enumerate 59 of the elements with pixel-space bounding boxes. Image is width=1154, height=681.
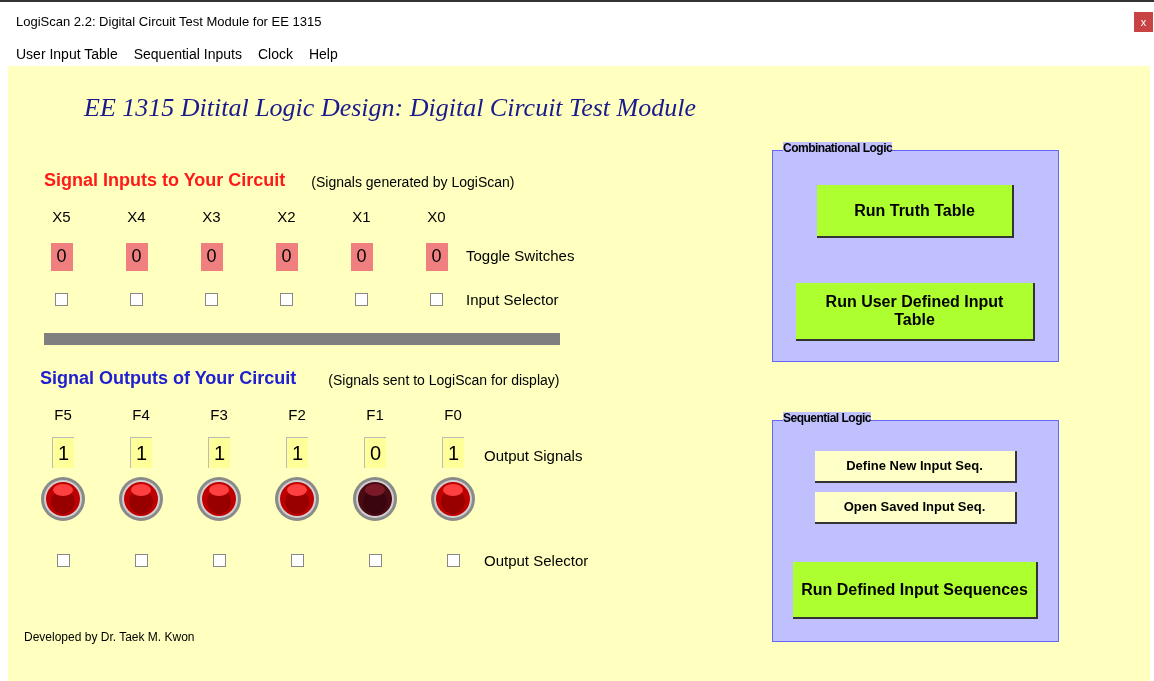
checkbox[interactable] bbox=[205, 293, 218, 307]
section-note: (Signals generated by LogiScan) bbox=[311, 173, 515, 192]
menu-item[interactable]: User Input Table bbox=[16, 43, 118, 65]
signal-label: X5 bbox=[52, 207, 71, 227]
toggle-switch[interactable]: 0 bbox=[425, 242, 448, 271]
signal-label: X0 bbox=[427, 207, 446, 227]
toggle-switch[interactable]: 0 bbox=[350, 242, 373, 271]
signal-label: F2 bbox=[288, 405, 306, 425]
menu-item[interactable]: Sequential Inputs bbox=[133, 43, 242, 65]
output-value: 1 bbox=[208, 436, 230, 468]
section-heading: Signal Outputs of Your Circuit bbox=[40, 367, 297, 390]
run-button[interactable]: Run User Defined Input Table bbox=[796, 283, 1035, 341]
row-label: Toggle Switches bbox=[466, 246, 576, 267]
signal-label: X1 bbox=[352, 207, 371, 227]
checkbox[interactable] bbox=[130, 293, 143, 307]
row-label: Input Selector bbox=[466, 289, 560, 310]
signal-label: F4 bbox=[132, 405, 150, 425]
panel-title: Sequential Logic bbox=[783, 412, 871, 424]
output-value: 1 bbox=[286, 436, 308, 468]
credit-text: Developed by Dr. Taek M. Kwon bbox=[24, 629, 196, 646]
toggle-switch[interactable]: 0 bbox=[50, 242, 73, 271]
section-note: (Signals sent to LogiScan for display) bbox=[328, 371, 560, 390]
page-heading: EE 1315 Ditital Logic Design: Digital Circuit Test Module bbox=[84, 92, 697, 124]
checkbox[interactable] bbox=[290, 554, 304, 568]
signal-label: F1 bbox=[366, 405, 384, 425]
checkbox[interactable] bbox=[212, 554, 226, 568]
checkbox[interactable] bbox=[280, 293, 293, 307]
signal-label: F3 bbox=[210, 405, 228, 425]
sequence-button[interactable]: Define New Input Seq. bbox=[814, 451, 1017, 483]
output-value: 0 bbox=[364, 436, 386, 468]
toggle-switch[interactable]: 0 bbox=[275, 242, 298, 271]
signal-label: F5 bbox=[54, 405, 72, 425]
row-label: Output Signals bbox=[484, 446, 584, 466]
signal-label: F0 bbox=[444, 405, 462, 425]
checkbox[interactable] bbox=[55, 293, 68, 307]
window-title: LogiScan 2.2: Digital Circuit Test Module for EE 1315 bbox=[16, 13, 322, 32]
output-value: 1 bbox=[130, 436, 152, 468]
run-button[interactable]: Run Defined Input Sequences bbox=[793, 562, 1038, 619]
checkbox[interactable] bbox=[430, 293, 443, 307]
signal-label: X4 bbox=[127, 207, 146, 227]
toggle-switch[interactable]: 0 bbox=[125, 242, 148, 271]
checkbox[interactable] bbox=[56, 554, 70, 568]
close-button[interactable]: x bbox=[1134, 12, 1153, 32]
signal-label: X3 bbox=[202, 207, 221, 227]
menu-item[interactable]: Help bbox=[308, 43, 338, 65]
checkbox[interactable] bbox=[355, 293, 368, 307]
run-button[interactable]: Run Truth Table bbox=[817, 185, 1014, 238]
checkbox[interactable] bbox=[446, 554, 460, 568]
menu-item[interactable]: Clock bbox=[257, 43, 293, 65]
sequence-button[interactable]: Open Saved Input Seq. bbox=[814, 492, 1017, 524]
output-value: 1 bbox=[52, 436, 74, 468]
row-label: Output Selector bbox=[484, 550, 590, 571]
panel-title: Combinational Logic bbox=[783, 142, 893, 154]
section-heading: Signal Inputs to Your Circuit bbox=[44, 169, 286, 192]
toggle-switch[interactable]: 0 bbox=[200, 242, 223, 271]
checkbox[interactable] bbox=[134, 554, 148, 568]
signal-label: X2 bbox=[277, 207, 296, 227]
checkbox[interactable] bbox=[368, 554, 382, 568]
output-value: 1 bbox=[442, 436, 464, 468]
